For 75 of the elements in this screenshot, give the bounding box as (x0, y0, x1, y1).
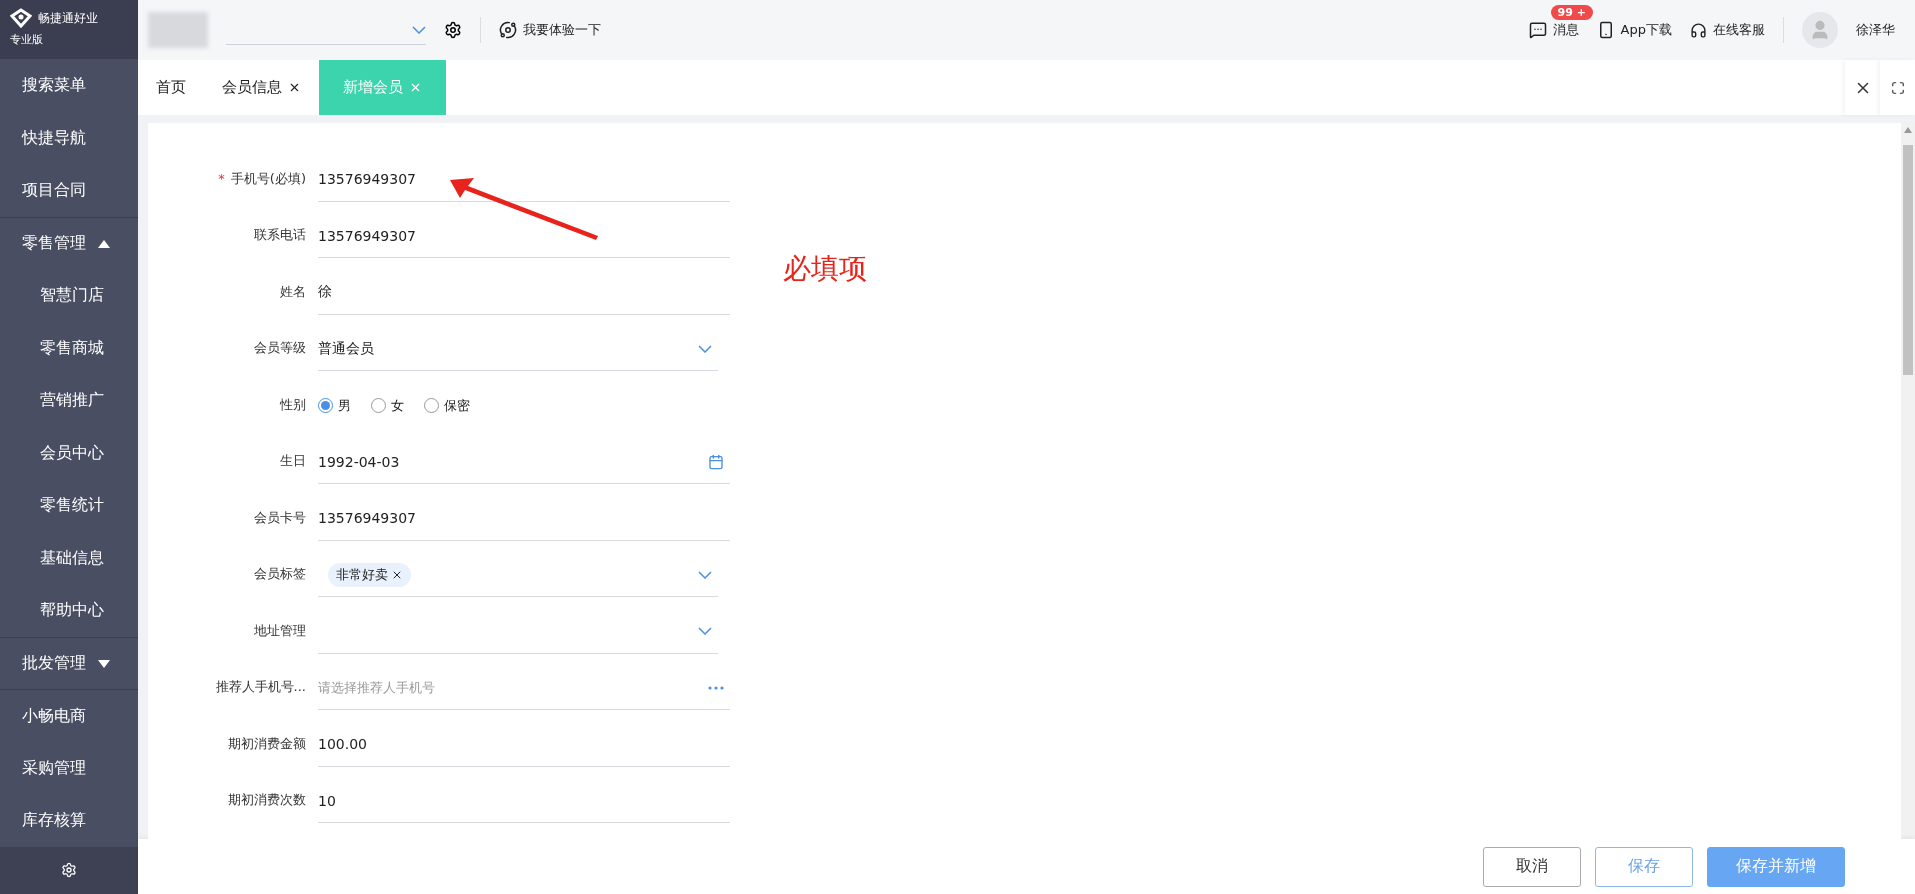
headset-icon (1690, 21, 1707, 39)
sidebar-subitem[interactable]: 帮助中心 (0, 584, 138, 637)
close-icon[interactable] (288, 81, 301, 94)
planet-icon (499, 21, 517, 39)
support-button[interactable]: 在线客服 (1690, 21, 1765, 39)
tag: 非常好卖 (328, 562, 411, 587)
field-label: 期初消费次数 (228, 792, 306, 807)
caret-up-icon (98, 239, 110, 248)
input-field[interactable]: 10 (318, 779, 730, 823)
field-label: 性别 (280, 396, 306, 412)
chevron-down-icon (412, 25, 426, 34)
tag-select-field[interactable]: 非常好卖 (318, 553, 718, 597)
radio-option[interactable]: 保密 (424, 396, 470, 415)
field-label: 会员等级 (254, 340, 306, 355)
required-mark: * (218, 170, 225, 186)
input-field[interactable]: 徐 (318, 270, 730, 315)
scrollbar[interactable] (1901, 123, 1915, 839)
radio-label: 男 (338, 396, 351, 415)
calendar-icon (708, 453, 724, 470)
avatar-icon[interactable] (1802, 12, 1838, 48)
sidebar-subitem[interactable]: 零售统计 (0, 479, 138, 532)
chat-bubble-icon (1528, 21, 1547, 39)
field-label: 会员标签 (254, 566, 306, 581)
field-label: 地址管理 (254, 622, 306, 638)
fullscreen-icon (1890, 80, 1905, 95)
sidebar-item[interactable]: 快捷导航 (0, 111, 138, 165)
redacted-area (148, 12, 208, 48)
sidebar-subitem[interactable]: 智慧门店 (0, 269, 138, 322)
input-field[interactable]: 13576949307 (318, 496, 730, 541)
app-download-button[interactable]: App下载 (1596, 21, 1672, 39)
field-label: 会员卡号 (254, 509, 306, 525)
sidebar-subitem[interactable]: 营销推广 (0, 374, 138, 427)
select-field[interactable]: 普通会员 (318, 327, 718, 371)
sidebar-item[interactable]: 零售管理 (0, 216, 138, 270)
field-label: 期初消费金额 (228, 735, 306, 751)
field-label: 推荐人手机号... (215, 679, 306, 694)
edition-label: 专业版 (10, 32, 44, 47)
sidebar-item[interactable]: 搜索菜单 (0, 59, 138, 112)
sidebar-item[interactable]: 采购管理 (0, 741, 138, 795)
date-field[interactable]: 1992-04-03 (318, 440, 730, 484)
tab[interactable]: 首页 (138, 60, 204, 115)
sidebar-item[interactable]: 小畅电商 (0, 689, 138, 742)
field-label: 手机号(必填) (230, 170, 306, 186)
footer-button[interactable]: 取消 (1483, 846, 1581, 887)
scrollbar-thumb[interactable] (1903, 145, 1913, 375)
close-all-button[interactable] (1845, 60, 1880, 115)
sidebar-subitem[interactable]: 零售商城 (0, 321, 138, 375)
sidebar-item[interactable]: 批发管理 (0, 636, 138, 690)
sidebar-item[interactable]: 项目合同 (0, 164, 138, 217)
chevron-down-icon (698, 627, 712, 635)
count-badge: 99 + (1550, 5, 1593, 20)
try-link[interactable]: 我要体验一下 (499, 21, 601, 39)
fullscreen-button[interactable] (1880, 60, 1915, 115)
radio-option[interactable]: 男 (318, 396, 351, 415)
sidebar-subitem[interactable]: 会员中心 (0, 426, 138, 480)
chevron-down-icon (698, 570, 712, 579)
user-name[interactable]: 徐泽华 (1856, 21, 1895, 39)
more-icon[interactable] (708, 685, 724, 690)
settings-icon[interactable] (444, 21, 462, 39)
brand-name: 畅捷通好业 (38, 9, 98, 27)
field-label: 联系电话 (254, 227, 306, 242)
field-label: 生日 (280, 453, 306, 468)
sidebar-subitem[interactable]: 基础信息 (0, 531, 138, 585)
sidebar-item[interactable]: 库存核算 (0, 794, 138, 847)
radio-label: 女 (391, 396, 404, 415)
input-field[interactable]: 100.00 (318, 722, 730, 767)
radio-option[interactable]: 女 (371, 396, 404, 415)
caret-down-icon (98, 659, 110, 668)
scroll-up-icon[interactable] (1904, 127, 1912, 133)
logo-icon (10, 8, 32, 28)
radio-label: 保密 (444, 396, 470, 415)
field-label: 姓名 (280, 283, 306, 299)
annotation-text: 必填项 (783, 251, 867, 287)
tab[interactable]: 会员信息 (204, 60, 319, 115)
chevron-down-icon (698, 344, 712, 353)
